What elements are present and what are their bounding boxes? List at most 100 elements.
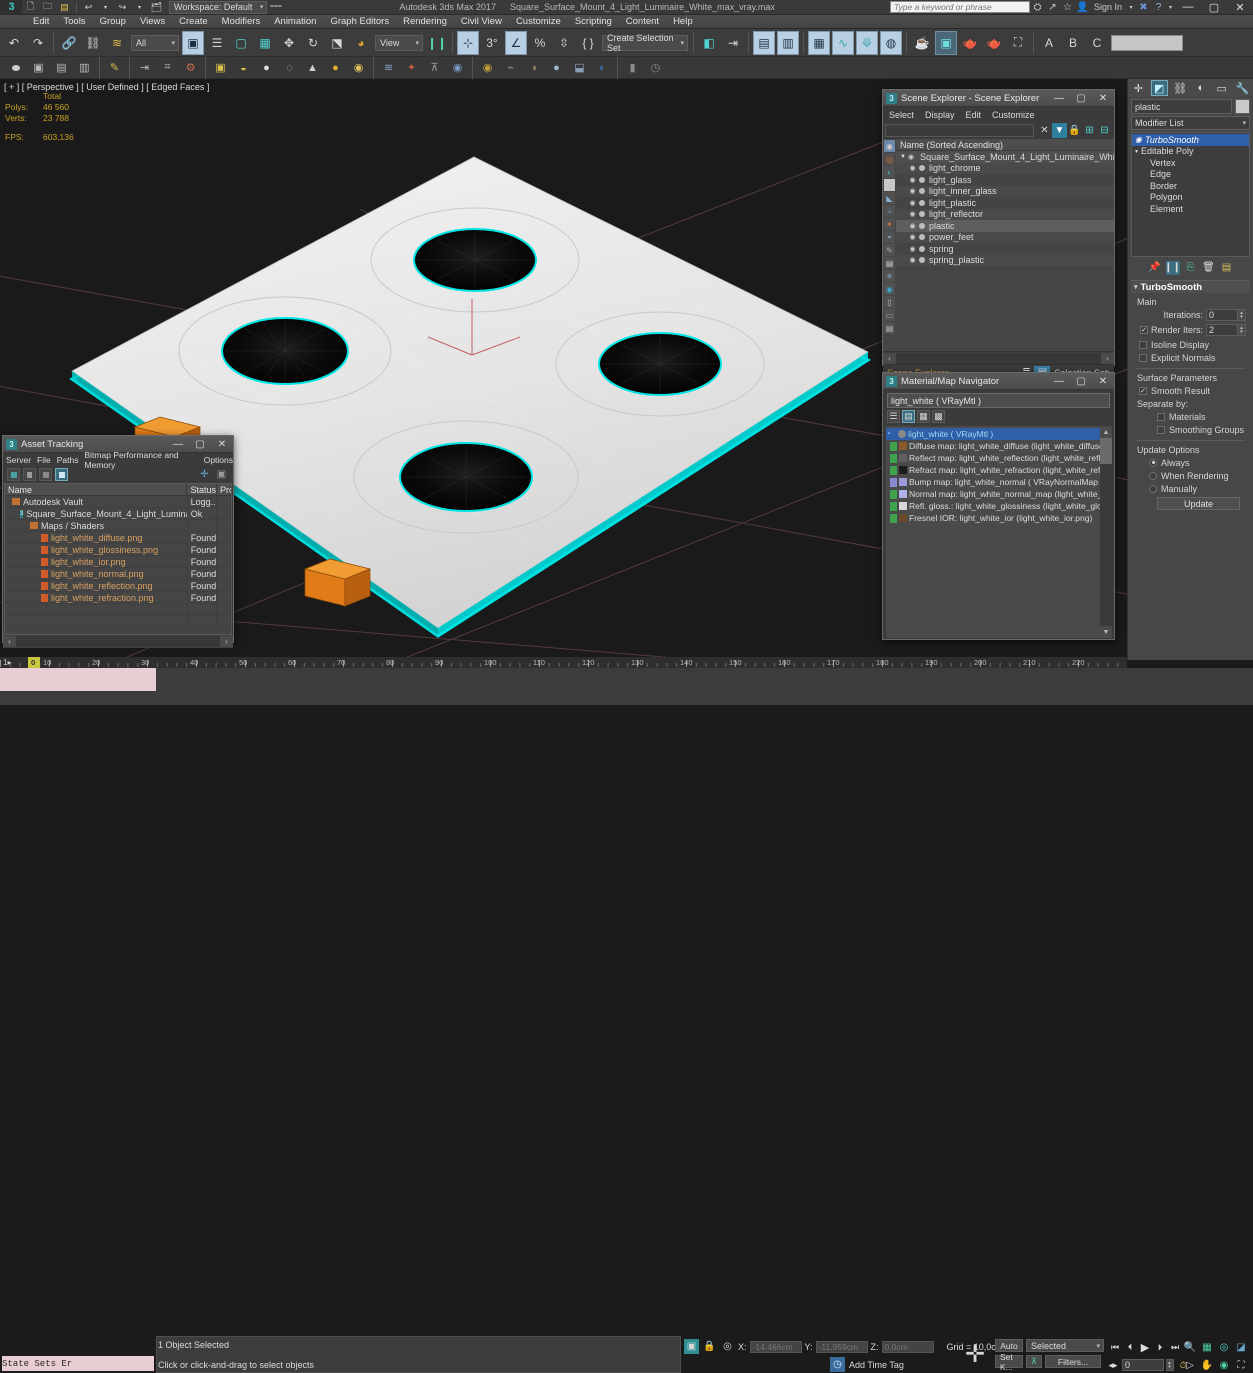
- vray-proxy-icon[interactable]: ⌁: [500, 58, 521, 77]
- create-tab[interactable]: ✛: [1130, 80, 1147, 96]
- modifier-stack-item-turbosmooth[interactable]: ◉ TurboSmooth: [1132, 134, 1249, 146]
- share-icon[interactable]: ↗: [1045, 1, 1060, 14]
- menu-item-civil-view[interactable]: Civil View: [454, 15, 509, 29]
- material-map-row[interactable]: Refract map: light_white_refraction (lig…: [886, 464, 1100, 476]
- workspace-overflow-icon[interactable]: ⩶: [268, 1, 283, 14]
- eye-icon[interactable]: ◉: [908, 187, 917, 196]
- column-name[interactable]: Name: [5, 484, 188, 495]
- select-all-icon[interactable]: ◉: [884, 140, 895, 152]
- eye-icon[interactable]: ◉: [908, 221, 917, 230]
- scene-explorer-search-input[interactable]: [885, 124, 1034, 137]
- space-warps-icon[interactable]: ●: [325, 58, 346, 77]
- bind-to-space-warp-icon[interactable]: ≋: [106, 31, 128, 55]
- menu-bitmap-performance[interactable]: Bitmap Performance and Memory: [85, 450, 198, 470]
- eye-icon[interactable]: ◉: [908, 175, 917, 184]
- search-input[interactable]: Type a keyword or phrase: [889, 1, 1030, 13]
- hierarchy-tab[interactable]: ⛓: [1172, 80, 1189, 96]
- display-lights-icon[interactable]: ✦: [884, 218, 895, 230]
- materials-row[interactable]: Materials: [1157, 410, 1246, 423]
- properties-icon[interactable]: ▤: [884, 322, 895, 334]
- next-frame-icon[interactable]: ⏵: [1153, 1340, 1167, 1354]
- material-navigator-vscrollbar[interactable]: ▲ ▼: [1100, 426, 1112, 638]
- app-logo-icon[interactable]: 3: [0, 0, 22, 15]
- explicit-normals-checkbox[interactable]: [1139, 353, 1147, 362]
- scroll-right-icon[interactable]: ›: [1101, 352, 1114, 364]
- zoom-all-icon[interactable]: ▦: [1199, 1340, 1215, 1354]
- schematic-view-icon[interactable]: ⟱: [856, 30, 878, 55]
- sub-object-element[interactable]: Element: [1132, 203, 1249, 215]
- eye-icon[interactable]: ◉: [908, 210, 917, 219]
- select-object-icon[interactable]: ▣: [182, 30, 204, 55]
- column-pro[interactable]: Pro: [217, 484, 231, 495]
- previous-frame-icon[interactable]: ⏴: [1123, 1340, 1137, 1354]
- redo-icon[interactable]: ↷: [27, 31, 49, 55]
- scene-explorer-list[interactable]: Name (Sorted Ascending) ▼ ◉ Square_Surfa…: [896, 139, 1114, 351]
- absolute-relative-mode-icon[interactable]: ◎: [720, 1339, 735, 1354]
- menu-item-rendering[interactable]: Rendering: [396, 15, 454, 29]
- exchange-icon[interactable]: ⛭: [1030, 1, 1045, 14]
- show-files-icon[interactable]: [7, 468, 20, 481]
- named-selection-combo[interactable]: [1111, 34, 1183, 51]
- auto-key-button[interactable]: Auto: [995, 1339, 1023, 1352]
- display-helpers-icon[interactable]: ✎: [884, 244, 895, 256]
- close-button[interactable]: ✕: [1092, 90, 1114, 107]
- scene-object-row[interactable]: ◉ light_chrome: [896, 162, 1114, 174]
- go-to-start-icon[interactable]: ⏮: [1108, 1340, 1122, 1354]
- display-tab[interactable]: ▭: [1213, 80, 1230, 96]
- add-keyframe-icon[interactable]: ✛: [962, 1339, 988, 1369]
- always-radio[interactable]: [1149, 458, 1157, 467]
- settings-icon[interactable]: ▣: [215, 468, 228, 481]
- snaps-toggle-icon[interactable]: ⊹: [457, 30, 479, 55]
- motion-tab[interactable]: ◐: [1192, 80, 1209, 96]
- make-unique-icon[interactable]: ⎘: [1184, 261, 1198, 275]
- align-icon[interactable]: ⇥: [722, 31, 744, 55]
- time-slider[interactable]: 10 20 30 40 50 60 70 80 90 100 110 120 130 140 150 160 1…: [0, 657, 1127, 668]
- spacing-tool-icon[interactable]: ⚙: [180, 58, 201, 77]
- display-spacewarps-icon[interactable]: ▤: [884, 257, 895, 269]
- scene-explorer-titlebar[interactable]: 3 Scene Explorer - Scene Explorer — ▢ ✕: [883, 90, 1114, 107]
- list-view-icon[interactable]: ☰: [887, 409, 900, 423]
- vray-dome-icon[interactable]: ◐: [592, 58, 613, 77]
- modify-tab[interactable]: ◩: [1150, 80, 1168, 96]
- set-project-folder-icon[interactable]: 🗂: [149, 1, 164, 14]
- show-bitmaps-icon[interactable]: [39, 468, 52, 481]
- scene-object-row[interactable]: ◉ light_inner_glass: [896, 185, 1114, 197]
- scroll-down-icon[interactable]: ▼: [1100, 626, 1112, 638]
- material-map-row[interactable]: Refl. gloss.: light_white_glossiness (li…: [886, 500, 1100, 512]
- scroll-left-icon[interactable]: ‹: [883, 352, 896, 364]
- update-button[interactable]: Update: [1157, 497, 1240, 510]
- select-and-scale-icon[interactable]: ⬔: [326, 31, 348, 55]
- eye-icon[interactable]: ◉: [1135, 135, 1142, 144]
- expand-arrow-icon[interactable]: ▾: [1135, 148, 1138, 155]
- material-map-row[interactable]: Reflect map: light_white_reflection (lig…: [886, 452, 1100, 464]
- scene-object-row[interactable]: ◉ spring: [896, 243, 1114, 255]
- field-of-view-icon[interactable]: ▷: [1182, 1358, 1198, 1372]
- add-time-tag-label[interactable]: Add Time Tag: [849, 1360, 904, 1370]
- column-header-name[interactable]: Name (Sorted Ascending): [896, 139, 1114, 151]
- select-and-rotate-icon[interactable]: ↻: [302, 31, 324, 55]
- refresh-icon[interactable]: ✛: [198, 468, 211, 481]
- always-radio-row[interactable]: Always: [1149, 456, 1246, 469]
- rectangular-selection-region-icon[interactable]: ▢: [230, 31, 252, 55]
- undo-icon[interactable]: ↩: [81, 1, 96, 14]
- scene-explorer-window[interactable]: 3 Scene Explorer - Scene Explorer — ▢ ✕ …: [882, 89, 1115, 380]
- select-invert-icon[interactable]: ◐: [884, 166, 895, 178]
- save-file-icon[interactable]: ▤: [57, 1, 72, 14]
- menu-paths[interactable]: Paths: [57, 455, 79, 465]
- menu-item-tools[interactable]: Tools: [56, 15, 92, 29]
- modifier-list-dropdown[interactable]: Modifier List: [1131, 116, 1250, 130]
- array-icon[interactable]: ⌗: [157, 58, 178, 77]
- workspace-selector[interactable]: Workspace: Default: [169, 0, 268, 14]
- account-icon[interactable]: 👤: [1075, 1, 1090, 14]
- menu-item-group[interactable]: Group: [93, 15, 133, 29]
- curve-editor-icon[interactable]: ∿: [832, 30, 854, 55]
- zoom-extents-icon[interactable]: ◎: [1216, 1340, 1232, 1354]
- menu-item-create[interactable]: Create: [172, 15, 215, 29]
- scene-explorer-hscrollbar[interactable]: ‹ ›: [883, 351, 1114, 364]
- menu-select[interactable]: Select: [889, 110, 914, 120]
- mirror-icon[interactable]: ◧: [698, 31, 720, 55]
- vray-plane-icon[interactable]: ⬓: [569, 58, 590, 77]
- display-shapes-icon[interactable]: ≡: [884, 205, 895, 217]
- pin-stack-icon[interactable]: 📌: [1148, 261, 1162, 275]
- clear-search-icon[interactable]: ✕: [1037, 123, 1052, 138]
